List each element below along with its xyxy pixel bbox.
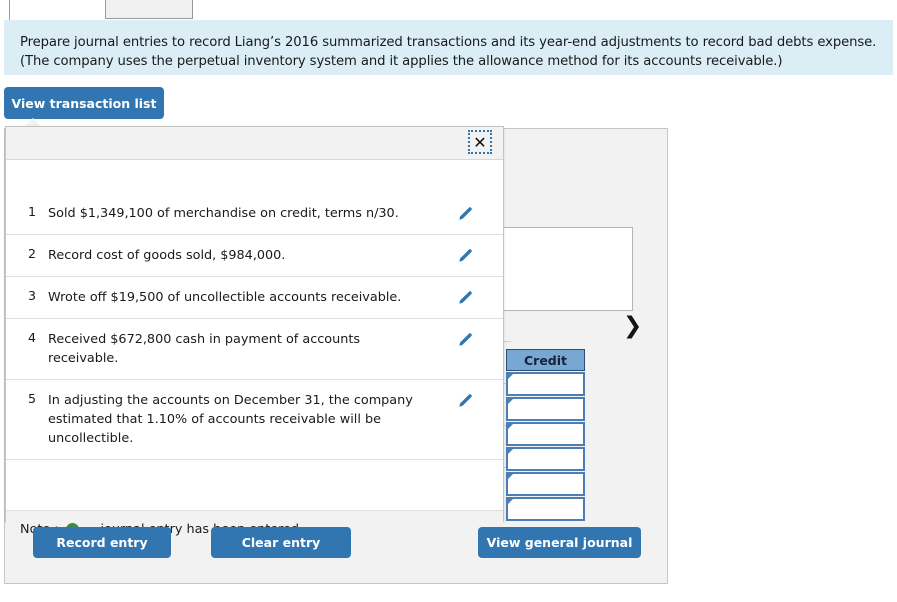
- view-general-journal-button[interactable]: View general journal: [478, 527, 641, 558]
- app-root: Prepare journal entries to record Liang’…: [0, 0, 897, 602]
- record-entry-button[interactable]: Record entry: [33, 527, 171, 558]
- transaction-number: 4: [27, 330, 36, 345]
- popup-header-spacer: [6, 160, 503, 193]
- edit-pencil-icon[interactable]: [440, 246, 490, 264]
- table-row[interactable]: 3 Wrote off $19,500 of uncollectible acc…: [6, 277, 503, 319]
- transaction-description: Wrote off $19,500 of uncollectible accou…: [48, 290, 402, 305]
- view-transaction-list-button[interactable]: View transaction list: [4, 87, 164, 119]
- credit-input-cell[interactable]: [506, 397, 585, 421]
- credit-input-cell[interactable]: [506, 497, 585, 521]
- transaction-description: In adjusting the accounts on December 31…: [48, 393, 413, 446]
- credit-column-header: Credit: [506, 349, 585, 371]
- transaction-number: 2: [27, 246, 36, 261]
- table-row[interactable]: 5 In adjusting the accounts on December …: [6, 380, 503, 460]
- clear-entry-button[interactable]: Clear entry: [211, 527, 351, 558]
- edit-pencil-icon[interactable]: [440, 391, 490, 409]
- credit-input-cell[interactable]: [506, 447, 585, 471]
- transaction-number: 5: [27, 391, 36, 406]
- credit-input-cell[interactable]: [506, 422, 585, 446]
- transaction-number: 3: [27, 288, 36, 303]
- table-row[interactable]: 1 Sold $1,349,100 of merchandise on cred…: [6, 193, 503, 235]
- transaction-description: Sold $1,349,100 of merchandise on credit…: [48, 206, 399, 221]
- tab-inactive[interactable]: [105, 0, 193, 19]
- tab-left-edge: [9, 0, 10, 20]
- credit-column: Credit: [506, 349, 585, 521]
- edit-pencil-icon[interactable]: [440, 330, 490, 348]
- close-icon[interactable]: ✕: [468, 130, 492, 154]
- credit-input-cell[interactable]: [506, 472, 585, 496]
- chevron-right-icon[interactable]: ❯: [623, 315, 642, 338]
- credit-input-cell[interactable]: [506, 372, 585, 396]
- transaction-number: 1: [27, 204, 36, 219]
- instruction-banner: Prepare journal entries to record Liang’…: [4, 20, 893, 75]
- journal-detail-box: [497, 227, 633, 311]
- table-row[interactable]: 4 Received $672,800 cash in payment of a…: [6, 319, 503, 380]
- transaction-list-popup: ✕ 1 Sold $1,349,100 of merchandise on cr…: [5, 126, 504, 547]
- table-row[interactable]: 2 Record cost of goods sold, $984,000.: [6, 235, 503, 277]
- edit-pencil-icon[interactable]: [440, 204, 490, 222]
- popup-header: ✕: [6, 127, 503, 160]
- empty-row: [6, 460, 503, 511]
- instruction-text: Prepare journal entries to record Liang’…: [20, 35, 877, 69]
- edit-pencil-icon[interactable]: [440, 288, 490, 306]
- transaction-description: Record cost of goods sold, $984,000.: [48, 248, 286, 263]
- tab-strip: [0, 0, 897, 20]
- transaction-description: Received $672,800 cash in payment of acc…: [48, 332, 360, 366]
